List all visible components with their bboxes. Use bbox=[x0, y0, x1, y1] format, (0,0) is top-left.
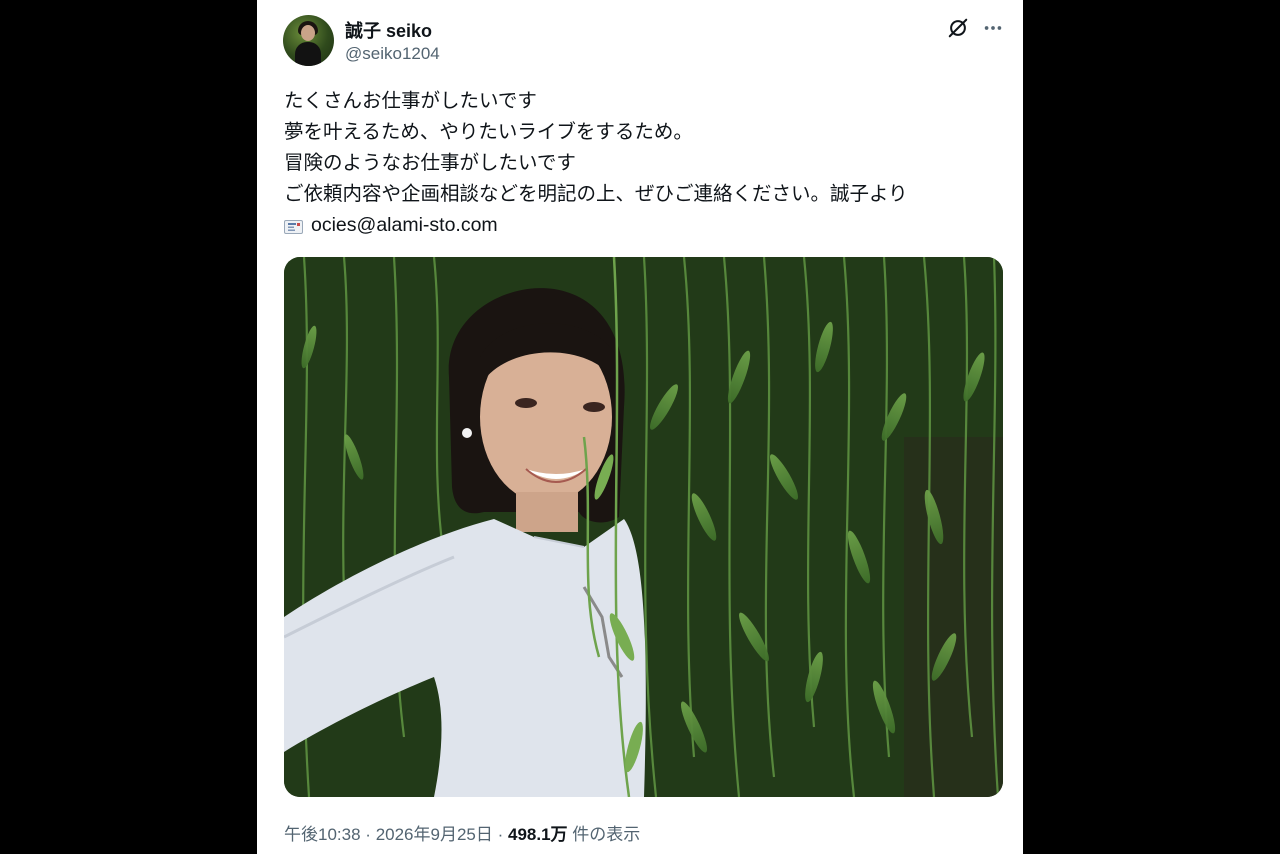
avatar-face bbox=[301, 25, 315, 41]
grok-icon[interactable] bbox=[947, 17, 969, 39]
tweet-line: 冒険のようなお仕事がしたいです bbox=[284, 152, 576, 174]
tweet-date[interactable]: 2026年9月25日 bbox=[376, 825, 493, 844]
meta-separator: · bbox=[365, 825, 371, 844]
tweet-card: 誠子 seiko @seiko1204 たくさんお仕事がしたいです 夢を叶えるた… bbox=[257, 0, 1023, 854]
view-count: 498.1万 bbox=[508, 825, 568, 844]
avatar-body bbox=[295, 42, 321, 66]
view-label: 件の表示 bbox=[572, 825, 641, 844]
envelope-icon bbox=[284, 219, 303, 234]
user-handle[interactable]: @seiko1204 bbox=[345, 44, 440, 64]
display-name[interactable]: 誠子 seiko bbox=[345, 17, 432, 43]
tweet-photo[interactable] bbox=[284, 257, 1003, 797]
avatar[interactable] bbox=[283, 15, 334, 66]
tweet-line: ご依頼内容や企画相談などを明記の上、ぜひご連絡ください。誠子より bbox=[284, 183, 908, 205]
photo-selfie-willow bbox=[284, 257, 1003, 797]
tweet-text: たくさんお仕事がしたいです 夢を叶えるため、やりたいライブをするため。 冒険のよ… bbox=[284, 86, 1004, 241]
meta-separator: · bbox=[497, 825, 504, 844]
tweet-line: 夢を叶えるため、やりたいライブをするため。 bbox=[284, 121, 693, 143]
tweet-time[interactable]: 午後10:38 bbox=[284, 825, 361, 844]
tweet-meta: 午後10:38 · 2026年9月25日 · 498.1万 件の表示 bbox=[284, 820, 640, 845]
email-line: ocies@alami-sto.com bbox=[284, 210, 1004, 241]
tweet-line: たくさんお仕事がしたいです bbox=[284, 90, 537, 112]
email-address[interactable]: ocies@alami-sto.com bbox=[311, 210, 498, 241]
more-options-icon[interactable] bbox=[982, 17, 1004, 39]
